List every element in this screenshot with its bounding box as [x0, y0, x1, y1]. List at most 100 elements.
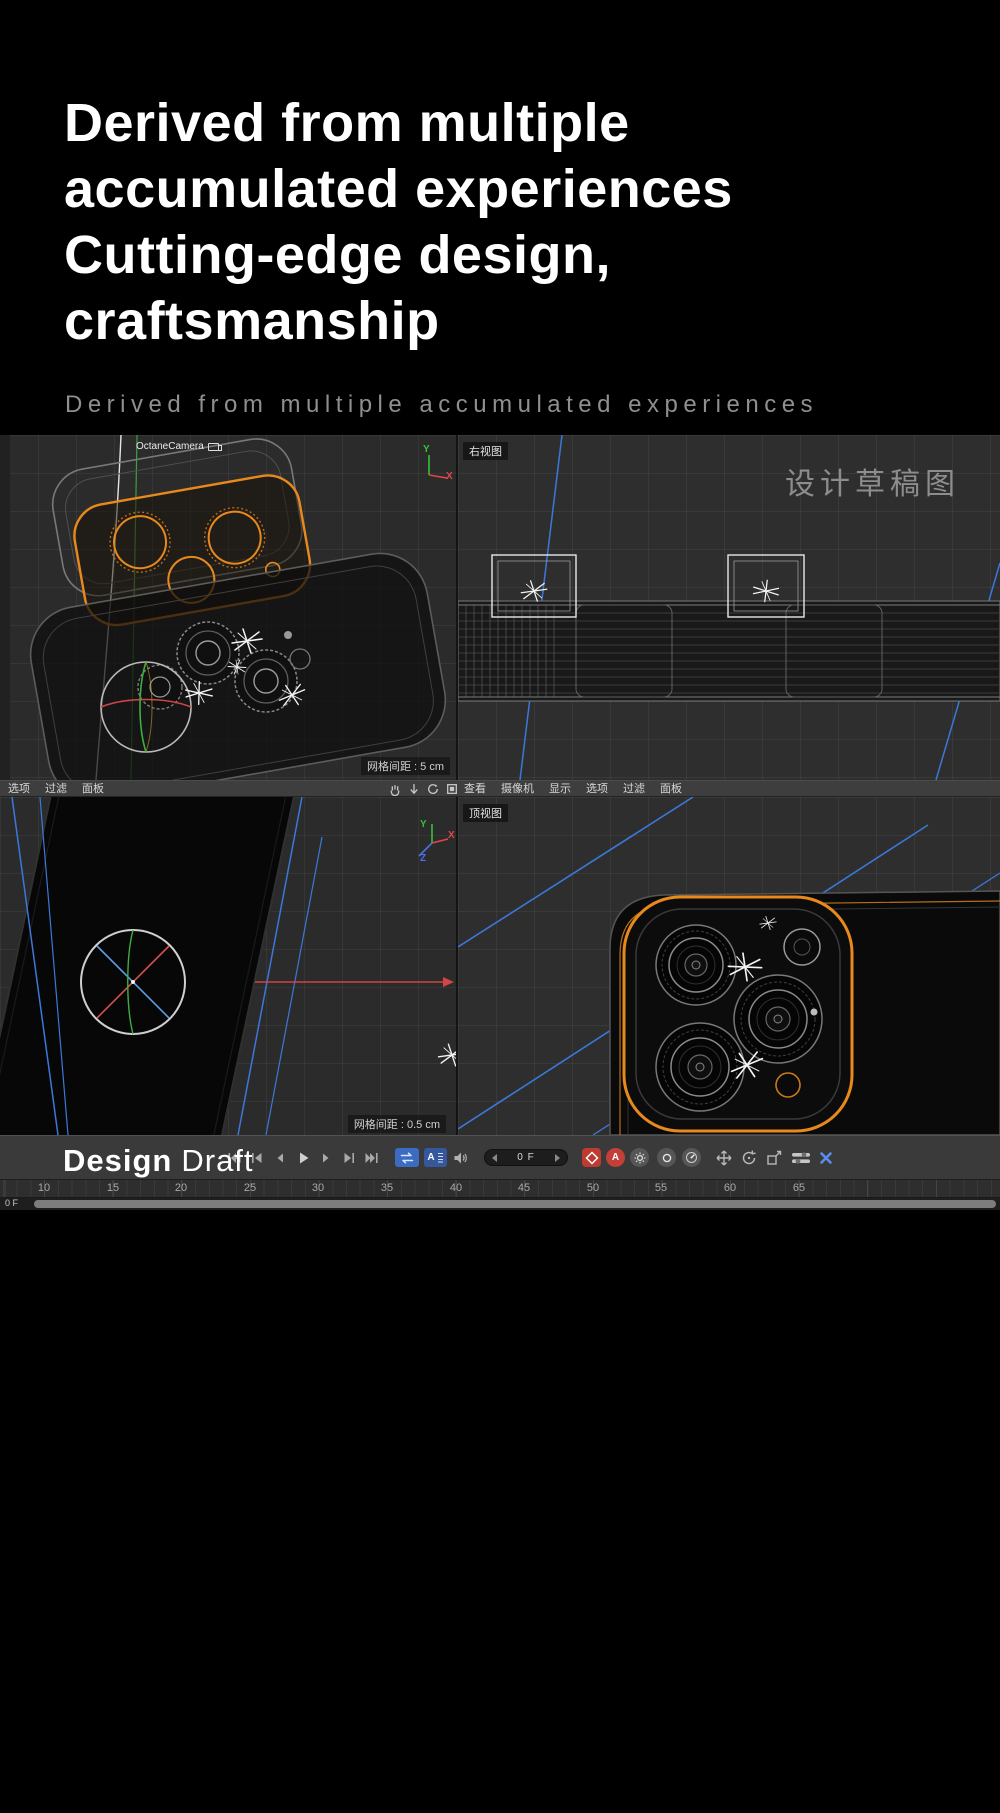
camera-label[interactable]: OctaneCamera	[136, 441, 219, 452]
front-view-viewport[interactable]: Y X Z 网格间距 : 0.5 cm	[0, 797, 456, 1135]
page-title: Derived from multiple accumulated experi…	[64, 90, 733, 354]
previous-frame-button[interactable]	[272, 1150, 288, 1166]
camera-lens	[734, 975, 822, 1063]
left-viewport-menu: 选项 过滤 面板	[8, 782, 119, 796]
lidar-ring	[776, 1073, 800, 1097]
ruler-tick: 10	[38, 1182, 50, 1194]
viewport-label[interactable]: 顶视图	[463, 804, 508, 822]
hero-section: Derived from multiple accumulated experi…	[0, 0, 1000, 435]
perspective-canvas	[0, 435, 456, 780]
sparkle-icon	[439, 1044, 457, 1066]
timeline-scrollbar[interactable]	[34, 1200, 996, 1208]
page-subtitle: Derived from multiple accumulated experi…	[65, 391, 818, 419]
ruler-tick: 50	[587, 1182, 599, 1194]
viewport-divider[interactable]	[456, 435, 458, 780]
frame-decrement-icon[interactable]	[492, 1154, 497, 1162]
top-view-viewport[interactable]: 顶视图	[458, 797, 1000, 1135]
keyframe-selection-icon[interactable]	[657, 1148, 676, 1167]
camera-lens	[656, 1023, 744, 1111]
menu-item-camera[interactable]: 摄像机	[501, 782, 534, 796]
maximize-view-icon[interactable]	[445, 782, 459, 796]
layer-sliders-icon[interactable]	[791, 1151, 811, 1165]
frame-increment-icon[interactable]	[555, 1154, 560, 1162]
camera-name: OctaneCamera	[136, 441, 204, 452]
sound-toggle-button[interactable]	[453, 1151, 468, 1165]
title-line-4: craftsmanship	[64, 288, 733, 354]
perspective-viewport[interactable]: OctaneCamera Y X 网格间距 : 5 cm	[0, 435, 456, 780]
ruler-tick: 15	[107, 1182, 119, 1194]
phone-side-wireframe	[458, 601, 1000, 701]
timeline-status-bar: 0 F	[0, 1198, 1000, 1210]
overlay-caption-light: Draft	[181, 1143, 253, 1178]
menu-item-options[interactable]: 选项	[8, 782, 30, 796]
red-axis-arrow	[255, 977, 454, 987]
camera-module	[624, 897, 852, 1131]
pan-hand-icon[interactable]	[388, 782, 402, 796]
autokey-label: A	[427, 1152, 434, 1163]
current-frame-label: 0 F	[5, 1198, 18, 1208]
phone-silhouette	[0, 797, 303, 1135]
title-line-2: accumulated experiences	[64, 156, 733, 222]
menu-item-panel[interactable]: 面板	[82, 782, 104, 796]
camera-icon	[208, 443, 219, 451]
grid-spacing-label: 网格间距 : 5 cm	[361, 757, 450, 775]
rotate-view-icon[interactable]	[426, 782, 440, 796]
autokey-button[interactable]: A	[424, 1148, 447, 1167]
ruler-tick: 30	[312, 1182, 324, 1194]
menu-item-filter[interactable]: 过滤	[45, 782, 67, 796]
rotate-tool-icon[interactable]	[740, 1149, 758, 1167]
keying-settings-gear-icon[interactable]	[630, 1148, 649, 1167]
x-axis-lock-icon[interactable]	[818, 1150, 834, 1166]
ruler-tick: 55	[655, 1182, 667, 1194]
autokeying-toggle-button[interactable]: A	[606, 1148, 625, 1167]
scale-tool-icon[interactable]	[765, 1149, 783, 1167]
autokeying-label: A	[612, 1152, 619, 1163]
viewport-edge-shade	[0, 435, 10, 780]
timeline-ruler[interactable]: 10 15 20 25 30 35 40 45 50 55 60 65	[0, 1180, 1000, 1198]
grid-spacing-label: 网格间距 : 0.5 cm	[348, 1115, 446, 1133]
record-keyframe-button[interactable]	[582, 1148, 601, 1167]
timing-dial-icon[interactable]	[682, 1148, 701, 1167]
overlay-caption-bold: Design	[63, 1143, 172, 1178]
axis-x-label: X	[448, 830, 455, 841]
play-button[interactable]	[295, 1150, 311, 1166]
axis-z-label: Z	[420, 853, 426, 864]
menu-item-display[interactable]: 显示	[549, 782, 571, 796]
ruler-tick: 45	[518, 1182, 530, 1194]
axis-y-label: Y	[423, 444, 430, 455]
ruler-tick: 35	[381, 1182, 393, 1194]
top-view-canvas	[458, 797, 1000, 1135]
overlay-caption: Design Draft	[63, 1143, 254, 1179]
current-frame-field[interactable]: 0 F	[484, 1149, 568, 1166]
viewport-menubar: 选项 过滤 面板 查看 摄像机 显示 选项 过滤 面板	[0, 780, 1000, 797]
right-view-viewport[interactable]: 右视图 设计草稿图	[458, 435, 1000, 780]
title-line-3: Cutting-edge design,	[64, 222, 733, 288]
menu-item-options[interactable]: 选项	[586, 782, 608, 796]
move-tool-icon[interactable]	[715, 1149, 733, 1167]
ruler-tick: 60	[724, 1182, 736, 1194]
axis-x-label: X	[446, 471, 453, 482]
loop-playback-button[interactable]	[395, 1148, 419, 1167]
viewport-label[interactable]: 右视图	[463, 442, 508, 460]
viewport-nav-icons	[388, 782, 459, 796]
axis-y-label: Y	[420, 819, 427, 830]
menu-item-filter[interactable]: 过滤	[623, 782, 645, 796]
ruler-tick: 20	[175, 1182, 187, 1194]
frame-value: 0 F	[517, 1152, 534, 1163]
front-view-canvas	[0, 797, 456, 1135]
ruler-tick: 25	[244, 1182, 256, 1194]
menu-item-panel[interactable]: 面板	[660, 782, 682, 796]
c4d-editor-screenshot: OctaneCamera Y X 网格间距 : 5 cm	[0, 435, 1000, 1210]
next-key-button[interactable]	[341, 1150, 357, 1166]
flash-ring	[784, 929, 820, 965]
ruler-tick: 65	[793, 1182, 805, 1194]
next-frame-button[interactable]	[318, 1150, 334, 1166]
menu-item-view[interactable]: 查看	[464, 782, 486, 796]
mic-dot	[811, 1009, 818, 1016]
right-viewport-menu: 查看 摄像机 显示 选项 过滤 面板	[464, 782, 697, 796]
zoom-arrow-icon[interactable]	[407, 782, 421, 796]
ruler-tick: 40	[450, 1182, 462, 1194]
watermark-text: 设计草稿图	[785, 459, 960, 503]
go-to-end-button[interactable]	[364, 1150, 380, 1166]
title-line-1: Derived from multiple	[64, 90, 733, 156]
